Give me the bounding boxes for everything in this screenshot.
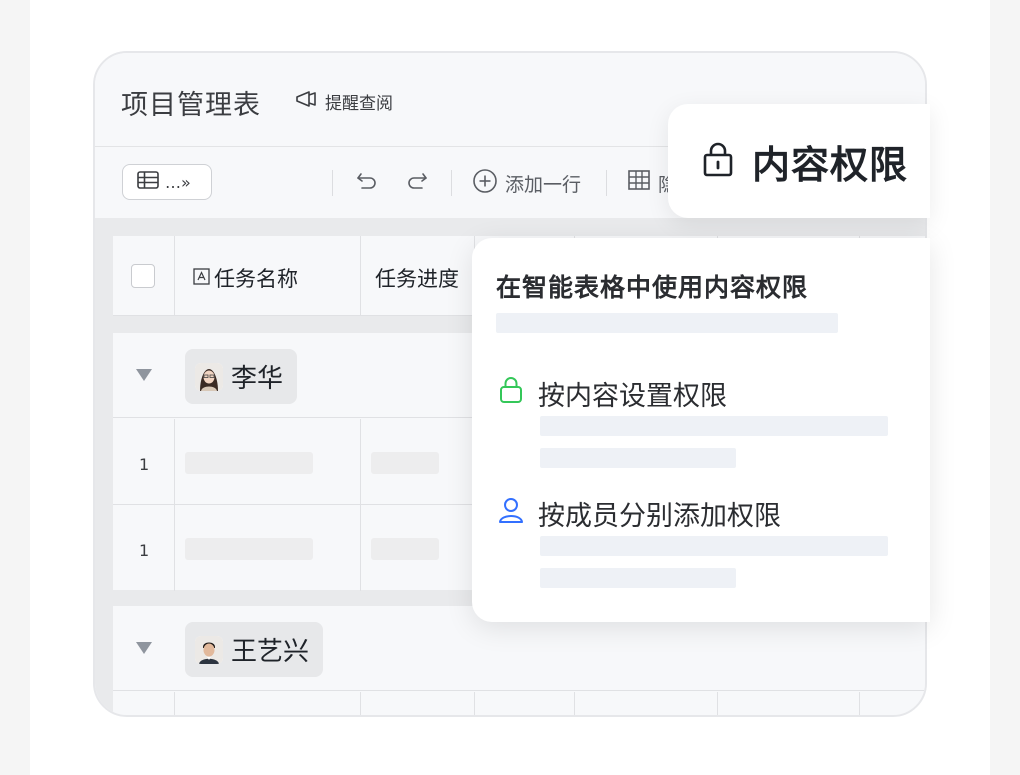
cell-divider: [360, 419, 361, 505]
member-chip[interactable]: 王艺兴: [185, 622, 324, 677]
toolbar-divider: [451, 170, 452, 196]
text-placeholder: [540, 448, 736, 468]
add-circle-icon[interactable]: [472, 168, 498, 198]
column-header-task-progress[interactable]: 任务进度: [375, 263, 459, 293]
cell-divider: [574, 692, 575, 715]
column-divider: [174, 236, 175, 316]
option-content-permission[interactable]: 按内容设置权限: [498, 374, 727, 413]
cell-divider: [474, 692, 475, 715]
member-name: 李华: [231, 364, 284, 394]
undo-icon[interactable]: [355, 168, 379, 196]
megaphone-icon: [295, 89, 317, 114]
toolbar-divider: [606, 170, 607, 196]
member-name: 王艺兴: [231, 637, 310, 667]
collapse-triangle-icon[interactable]: [136, 642, 152, 654]
column-label: 任务名称: [214, 267, 298, 291]
remind-button[interactable]: 提醒查阅: [295, 89, 393, 114]
cell-divider: [174, 692, 175, 715]
text-placeholder: [540, 416, 888, 436]
user-icon: [498, 495, 524, 532]
text-placeholder: [496, 313, 838, 333]
text-field-icon: [193, 266, 210, 290]
cell-divider: [360, 692, 361, 715]
text-placeholder: [540, 536, 888, 556]
text-placeholder: [540, 568, 736, 588]
view-label: …»: [165, 172, 191, 192]
view-switch-button[interactable]: …»: [122, 164, 212, 200]
collapse-triangle-icon[interactable]: [136, 369, 152, 381]
avatar: [195, 635, 223, 664]
grid-icon[interactable]: [627, 168, 651, 196]
cell-placeholder: [371, 452, 439, 474]
content-permission-badge: 内容权限: [668, 104, 930, 218]
avatar: [195, 362, 223, 391]
column-header-task-name[interactable]: 任务名称: [193, 263, 298, 293]
row-number: 1: [139, 455, 150, 474]
cell-divider: [360, 505, 361, 591]
member-chip[interactable]: 李华: [185, 349, 298, 404]
cell-placeholder: [185, 452, 313, 474]
column-label: 任务进度: [375, 267, 459, 291]
redo-icon[interactable]: [405, 168, 429, 196]
group-wangyixing: 王艺兴: [113, 606, 925, 715]
option-label: 按内容设置权限: [538, 381, 727, 412]
lock-icon: [498, 375, 524, 412]
add-row-button[interactable]: 添加一行: [505, 170, 581, 197]
badge-label: 内容权限: [752, 142, 909, 187]
toolbar-divider: [332, 170, 333, 196]
cell-divider: [859, 692, 860, 715]
cell-placeholder: [371, 538, 439, 560]
option-label: 按成员分别添加权限: [538, 501, 781, 532]
cell-divider: [174, 505, 175, 591]
option-member-permission[interactable]: 按成员分别添加权限: [498, 494, 781, 533]
cell-divider: [717, 692, 718, 715]
lock-icon: [702, 141, 734, 181]
sheet-title: 项目管理表: [121, 90, 261, 121]
remind-label: 提醒查阅: [325, 94, 393, 114]
cell-placeholder: [185, 538, 313, 560]
column-divider: [360, 236, 361, 316]
cell-divider: [174, 419, 175, 505]
popover-title: 在智能表格中使用内容权限: [496, 273, 809, 302]
row-number: 1: [139, 541, 150, 560]
select-all-checkbox[interactable]: [131, 264, 155, 288]
permission-popover: 在智能表格中使用内容权限 按内容设置权限 按成员分别添加权限: [472, 238, 930, 622]
table-view-icon: [137, 171, 159, 193]
